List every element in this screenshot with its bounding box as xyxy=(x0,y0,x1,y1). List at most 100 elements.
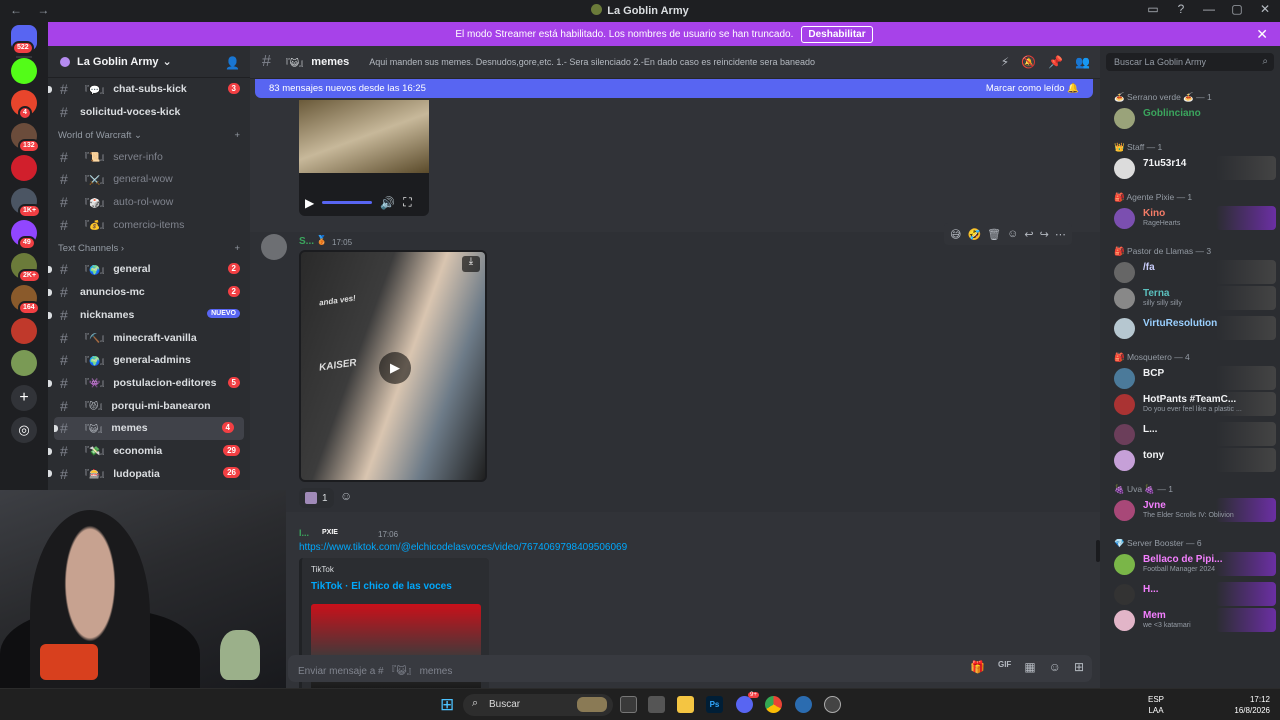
member-item[interactable]: BCP xyxy=(1114,366,1276,390)
channel-topic[interactable]: Aqui manden sus memes. Desnudos,gore,etc… xyxy=(369,57,815,67)
server-icon[interactable] xyxy=(11,350,37,376)
add-channel-icon[interactable]: + xyxy=(234,243,240,254)
help-icon[interactable]: ? xyxy=(1174,2,1188,16)
close-icon[interactable]: ✕ xyxy=(1256,26,1268,43)
channel-general-wow[interactable]: # 『⚔️』 general-wow xyxy=(48,168,250,191)
add-channel-icon[interactable]: + xyxy=(234,130,240,141)
channel-comercio-items[interactable]: # 『💰』 comercio-items xyxy=(48,213,250,236)
add-reaction-icon[interactable]: ☺ xyxy=(1007,228,1018,240)
apps-icon[interactable]: ⊞ xyxy=(1074,660,1084,674)
reply-icon[interactable]: ↩ xyxy=(1024,228,1033,241)
member-item[interactable]: Terna silly silly silly xyxy=(1114,286,1276,310)
server-icon[interactable] xyxy=(11,57,37,84)
new-messages-bar[interactable]: 83 mensajes nuevos desde las 16:25 Marca… xyxy=(255,79,1093,98)
chrome-icon[interactable] xyxy=(765,696,782,713)
photoshop-icon[interactable]: Ps xyxy=(706,696,723,713)
taskbar-search[interactable]: ⌕ Buscar xyxy=(463,694,613,716)
reaction-laugh-icon[interactable]: 🤣 xyxy=(967,228,981,241)
file-explorer-icon[interactable] xyxy=(677,696,694,713)
member-item[interactable]: L... xyxy=(1114,422,1276,446)
member-item[interactable]: tony xyxy=(1114,448,1276,472)
message-input[interactable]: Enviar mensaje a # 『😺』 memes 🎁 GIF ▦ ☺ ⊞ xyxy=(288,655,1092,682)
channel-general-admins[interactable]: # 『🌍』 general-admins xyxy=(48,349,250,372)
more-icon[interactable]: ⋯ xyxy=(1055,228,1066,241)
gift-icon[interactable]: 🎁 xyxy=(970,660,985,674)
download-icon[interactable]: ⤓ xyxy=(462,256,480,272)
add-reaction-icon[interactable]: ☺ xyxy=(340,489,352,503)
window-title: La Goblin Army xyxy=(0,4,1280,17)
member-item[interactable]: 71u53r14 xyxy=(1114,156,1276,180)
play-icon[interactable]: ▶ xyxy=(379,352,411,384)
tiktok-link[interactable]: https://www.tiktok.com/@elchicodelasvoce… xyxy=(299,542,627,553)
channel-porqui-mi-banearon[interactable]: # 『😾』 porqui-mi-banearon xyxy=(48,394,250,417)
member-item[interactable]: Jvne The Elder Scrolls IV: Oblivion xyxy=(1114,498,1276,522)
unread-indicator xyxy=(48,379,52,387)
notifications-icon[interactable]: 🔕 xyxy=(1021,55,1036,69)
task-view-icon[interactable] xyxy=(620,696,637,713)
channel-postulacion-editores[interactable]: # 『👾』 postulacion-editores 5 xyxy=(48,372,250,395)
channel-anuncios-mc[interactable]: # anuncios-mc 2 xyxy=(48,281,250,304)
disable-streamer-button[interactable]: Deshabilitar xyxy=(801,25,873,43)
reaction-sweat-icon[interactable]: 😅 xyxy=(950,228,961,241)
keyboard-language[interactable]: ESP LAA xyxy=(1148,694,1164,716)
volume-slider[interactable] xyxy=(322,201,373,204)
play-icon[interactable]: ▶ xyxy=(305,196,314,210)
member-item[interactable]: Kino RageHearts xyxy=(1114,206,1276,230)
channel-ludopatia[interactable]: # 『🎰』 ludopatia 26 xyxy=(48,462,250,485)
channel-general[interactable]: # 『🌍』 general 2 xyxy=(48,258,250,281)
invite-icon[interactable]: 👤 xyxy=(225,56,240,70)
emoji-icon[interactable]: ☺ xyxy=(1049,660,1061,674)
member-item[interactable]: H... xyxy=(1114,582,1276,606)
inbox-icon[interactable]: ▭ xyxy=(1146,2,1160,16)
channel-chat-subs-kick[interactable]: # 『💬』 chat-subs-kick 3 xyxy=(48,78,250,101)
channel-memes[interactable]: # 『😺』 memes 4 xyxy=(54,416,244,440)
discord-taskbar-icon[interactable] xyxy=(736,696,753,713)
gif-icon[interactable]: GIF xyxy=(998,660,1011,674)
volume-icon[interactable]: 🔊 xyxy=(380,196,395,210)
channel-auto-rol-wow[interactable]: # 『🎲』 auto-rol-wow xyxy=(48,191,250,214)
add-server-button[interactable]: + xyxy=(11,384,37,411)
video-player-2[interactable]: anda ves! KAISER ⤓ ▶ xyxy=(299,250,487,482)
member-list-icon[interactable]: 👥 xyxy=(1075,55,1090,69)
member-item[interactable]: Goblinciano xyxy=(1114,106,1276,130)
category-world-of-warcraft[interactable]: World of Warcraft ⌄ + xyxy=(48,123,250,145)
member-item[interactable]: Mem we <3 katamari xyxy=(1114,608,1276,632)
forward-icon[interactable]: ↪ xyxy=(1040,228,1049,241)
pin-icon[interactable]: 📌 xyxy=(1048,55,1063,69)
channel-server-info[interactable]: # 『📜』 server-info xyxy=(48,145,250,168)
fullscreen-icon[interactable]: ⛶ xyxy=(403,195,411,210)
channel-economia[interactable]: # 『💸』 economia 29 xyxy=(48,440,250,463)
category-text-channels[interactable]: Text Channels › + xyxy=(48,236,250,258)
message-author[interactable]: I... xyxy=(299,528,309,538)
embed-title[interactable]: TikTok · El chico de las voces xyxy=(311,581,452,592)
start-icon[interactable]: ⊞ xyxy=(440,695,454,715)
avatar[interactable] xyxy=(261,234,287,260)
channel-nicknames[interactable]: # nicknames NUEVO xyxy=(48,304,250,327)
search-input[interactable]: Buscar La Goblin Army ⌕ xyxy=(1106,53,1274,71)
server-icon[interactable] xyxy=(11,155,37,181)
server-icon[interactable] xyxy=(11,317,37,344)
message-author[interactable]: S... xyxy=(299,236,314,247)
app-icon[interactable] xyxy=(824,696,841,713)
sticker-icon[interactable]: ▦ xyxy=(1024,660,1035,674)
maximize-button[interactable]: ▢ xyxy=(1230,2,1244,16)
member-item[interactable]: VirtuResolution xyxy=(1114,316,1276,340)
member-item[interactable]: HotPants #TeamC... Do you ever feel like … xyxy=(1114,392,1276,416)
threads-icon[interactable]: ⚡ xyxy=(1001,55,1009,69)
channel-solicitud-voces-kick[interactable]: # solicitud-voces-kick xyxy=(48,101,250,124)
video-player-1[interactable]: ▶ 🔊 ⛶ xyxy=(299,100,429,216)
app-icon[interactable] xyxy=(795,696,812,713)
member-item[interactable]: Bellaco de Pipi... Football Manager 2024 xyxy=(1114,552,1276,576)
channel-minecraft-vanilla[interactable]: # 『⛏️』 minecraft-vanilla xyxy=(48,326,250,349)
trash-icon[interactable]: 🗑 xyxy=(987,228,1001,241)
explore-icon[interactable]: ◎ xyxy=(11,416,37,443)
member-name: /fa xyxy=(1143,262,1155,273)
guild-header[interactable]: La Goblin Army ⌄ 👤 xyxy=(48,46,250,78)
reaction-chip[interactable]: 1 xyxy=(299,488,334,508)
clock[interactable]: 17:12 16/8/2026 xyxy=(1234,694,1270,716)
member-item[interactable]: /fa xyxy=(1114,260,1276,284)
close-button[interactable]: ✕ xyxy=(1258,2,1272,16)
app-icon[interactable] xyxy=(648,696,665,713)
minimize-button[interactable]: — xyxy=(1202,2,1216,16)
mark-read-button[interactable]: Marcar como leído 🔔 xyxy=(986,83,1079,94)
